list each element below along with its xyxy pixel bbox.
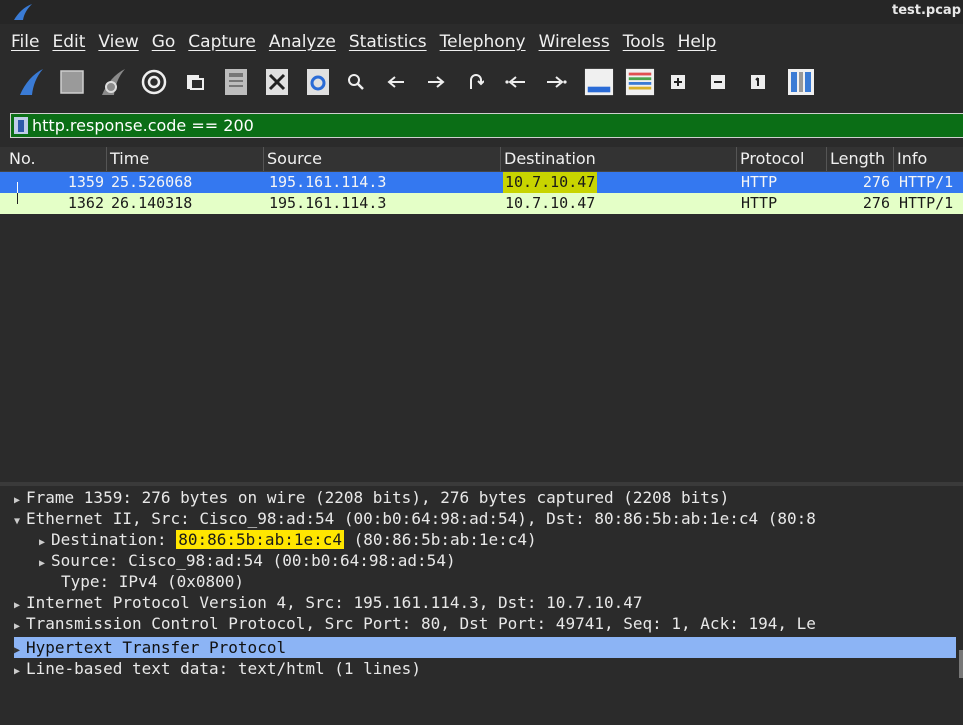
details-scrollbar[interactable] [959, 650, 963, 678]
main-toolbar [0, 60, 963, 104]
packet-list-header: No. Time Source Destination Protocol Len… [0, 147, 963, 172]
packet-length: 276 [862, 194, 890, 212]
autoscroll-icon[interactable] [584, 66, 614, 98]
packet-no: 1362 [67, 194, 104, 212]
close-file-icon[interactable] [262, 66, 292, 98]
packet-source: 195.161.114.3 [269, 194, 387, 212]
expand-arrow-icon[interactable]: ▶ [14, 595, 26, 613]
column-time[interactable]: Time [106, 147, 263, 171]
save-file-icon[interactable] [221, 66, 251, 98]
tree-item-label: Line-based text data: text/html (1 lines… [26, 659, 421, 678]
go-back-icon[interactable] [384, 66, 408, 98]
tree-item-eth-type[interactable]: Type: IPv4 (0x0800) [51, 571, 963, 592]
collapse-arrow-icon[interactable]: ▼ [14, 511, 26, 529]
last-packet-icon[interactable] [544, 66, 568, 98]
tree-item-eth-destination[interactable]: ▶ Destination: 80:86:5b:ab:1e:c4 (80:86:5… [39, 529, 963, 550]
wireshark-logo-icon [14, 4, 32, 20]
packet-info: HTTP/1 [899, 173, 954, 191]
tree-item-label: Type: IPv4 (0x0800) [61, 572, 245, 591]
tree-item-ethernet[interactable]: ▼ Ethernet II, Src: Cisco_98:ad:54 (00:b0… [14, 508, 963, 529]
packet-protocol: HTTP [741, 173, 778, 191]
expand-arrow-icon[interactable]: ▶ [39, 532, 51, 550]
column-protocol[interactable]: Protocol [736, 147, 826, 171]
expand-arrow-icon[interactable]: ▶ [14, 616, 26, 634]
expand-arrow-icon[interactable]: ▶ [39, 553, 51, 571]
tree-item-text-data[interactable]: ▶ Line-based text data: text/html (1 line… [14, 658, 963, 679]
menu-bar: File Edit View Go Capture Analyze Statis… [0, 28, 963, 56]
packet-no: 1359 [67, 173, 104, 191]
column-no[interactable]: No. [6, 147, 106, 171]
expand-arrow-icon[interactable]: ▶ [14, 490, 26, 508]
column-source[interactable]: Source [263, 147, 500, 171]
filter-bookmark-icon[interactable] [14, 117, 28, 134]
reload-file-icon[interactable] [303, 66, 333, 98]
menu-view[interactable]: View [98, 32, 138, 52]
expand-arrow-icon[interactable]: ▶ [14, 661, 26, 679]
go-forward-icon[interactable] [424, 66, 448, 98]
capture-options-icon[interactable] [139, 66, 169, 98]
tree-item-label: Source: Cisco_98:ad:54 (00:b0:64:98:ad:5… [51, 551, 456, 570]
go-to-packet-icon[interactable] [464, 66, 488, 98]
packet-details-tree: ▶ Frame 1359: 276 bytes on wire (2208 bit… [0, 486, 963, 725]
packet-row[interactable]: 1362 26.140318 195.161.114.3 10.7.10.47 … [0, 193, 963, 214]
column-length[interactable]: Length [826, 147, 893, 171]
menu-edit[interactable]: Edit [52, 32, 85, 52]
menu-file[interactable]: File [11, 32, 39, 52]
tree-item-eth-source[interactable]: ▶ Source: Cisco_98:ad:54 (00:b0:64:98:ad:… [39, 550, 963, 571]
tree-item-label: Internet Protocol Version 4, Src: 195.16… [26, 593, 643, 612]
tree-item-frame[interactable]: ▶ Frame 1359: 276 bytes on wire (2208 bit… [14, 487, 963, 508]
title-bar: test.pcap [0, 0, 963, 24]
tree-item-label: Transmission Control Protocol, Src Port:… [26, 614, 816, 633]
stop-capture-icon[interactable] [57, 66, 87, 98]
restart-capture-icon[interactable] [98, 66, 128, 98]
packet-length: 276 [862, 173, 890, 191]
tree-item-label: Hypertext Transfer Protocol [26, 638, 287, 657]
tree-item-label: (80:86:5b:ab:1e:c4) [344, 530, 537, 549]
highlighted-mac-address: 80:86:5b:ab:1e:c4 [176, 530, 344, 549]
zoom-in-icon[interactable] [666, 66, 690, 98]
open-file-icon[interactable] [180, 66, 210, 98]
packet-time: 26.140318 [111, 194, 193, 212]
packet-destination: 10.7.10.47 [505, 194, 596, 212]
menu-wireless[interactable]: Wireless [539, 32, 610, 52]
packet-time: 25.526068 [111, 173, 193, 191]
menu-capture[interactable]: Capture [188, 32, 256, 52]
tree-item-label: Destination: [51, 530, 177, 549]
tree-item-label: Frame 1359: 276 bytes on wire (2208 bits… [26, 488, 730, 507]
menu-telephony[interactable]: Telephony [440, 32, 526, 52]
packet-destination: 10.7.10.47 [503, 172, 598, 193]
column-destination[interactable]: Destination [500, 147, 736, 171]
shark-fin-start-icon[interactable] [16, 66, 46, 98]
tree-item-tcp[interactable]: ▶ Transmission Control Protocol, Src Port… [14, 613, 963, 634]
packet-protocol: HTTP [741, 194, 778, 212]
column-info[interactable]: Info [893, 147, 963, 171]
first-packet-icon[interactable] [504, 66, 528, 98]
menu-analyze[interactable]: Analyze [269, 32, 336, 52]
tree-item-http[interactable]: ▶ Hypertext Transfer Protocol [14, 637, 956, 658]
resize-columns-icon[interactable] [786, 66, 816, 98]
display-filter-input[interactable] [32, 116, 963, 135]
packet-list: No. Time Source Destination Protocol Len… [0, 147, 963, 482]
expand-arrow-icon[interactable]: ▶ [14, 640, 26, 658]
find-icon[interactable] [344, 66, 368, 98]
menu-go[interactable]: Go [152, 32, 176, 52]
colorize-icon[interactable] [625, 66, 655, 98]
packet-source: 195.161.114.3 [269, 173, 387, 191]
tree-item-label: Ethernet II, Src: Cisco_98:ad:54 (00:b0:… [26, 509, 816, 528]
zoom-out-icon[interactable] [706, 66, 730, 98]
display-filter-bar [10, 113, 963, 138]
normal-size-icon[interactable] [746, 66, 770, 98]
menu-tools[interactable]: Tools [623, 32, 665, 52]
menu-statistics[interactable]: Statistics [349, 32, 427, 52]
menu-help[interactable]: Help [678, 32, 717, 52]
window-title: test.pcap [891, 3, 961, 18]
packet-row[interactable]: 1359 25.526068 195.161.114.3 10.7.10.47 … [0, 172, 963, 193]
tree-item-ip[interactable]: ▶ Internet Protocol Version 4, Src: 195.1… [14, 592, 963, 613]
packet-info: HTTP/1 [899, 194, 954, 212]
